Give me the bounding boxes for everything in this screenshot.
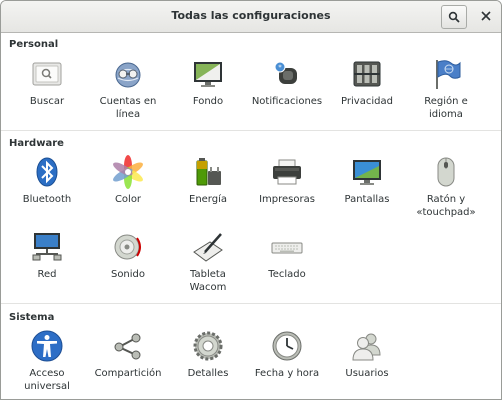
- panel-item-detalles[interactable]: Detalles: [167, 329, 249, 380]
- item-label: Teclado: [268, 269, 306, 280]
- section-title-hardware: Hardware: [9, 138, 64, 149]
- share-icon: [114, 333, 141, 360]
- section-separator: [1, 303, 501, 304]
- panel-item-tableta[interactable]: Tableta Wacom: [167, 230, 249, 294]
- network-icon: [32, 233, 62, 261]
- svg-text:*: *: [278, 64, 282, 72]
- item-label: Acceso universal: [24, 368, 70, 392]
- clock-icon: [272, 331, 302, 361]
- section-separator: [1, 130, 501, 131]
- background-icon: [194, 62, 222, 87]
- item-label: Región e idioma: [424, 96, 468, 120]
- panel-item-impresoras[interactable]: Impresoras: [246, 155, 328, 206]
- item-label: Cuentas en línea: [99, 96, 157, 120]
- panel-item-teclado[interactable]: Teclado: [246, 230, 328, 281]
- item-label: Pantallas: [344, 194, 390, 205]
- printer-icon: [273, 159, 301, 185]
- panel-item-energia[interactable]: Energía: [167, 155, 249, 206]
- color-icon: [113, 155, 143, 189]
- panel-item-raton[interactable]: Ratón y «touchpad»: [405, 155, 487, 219]
- search-button[interactable]: [441, 5, 467, 29]
- display-icon: [353, 160, 381, 185]
- item-label: Red: [37, 269, 57, 280]
- item-label: Notificaciones: [251, 96, 323, 107]
- window-title: Todas las configuraciones: [171, 9, 331, 22]
- bluetooth-icon: [36, 157, 58, 187]
- universal-access-icon: [31, 330, 63, 362]
- panel-item-usuarios[interactable]: Usuarios: [326, 329, 408, 380]
- section-title-sistema: Sistema: [9, 312, 55, 323]
- item-label: Energía: [189, 194, 227, 205]
- panel-item-buscar[interactable]: Buscar: [6, 57, 88, 108]
- close-button[interactable]: [475, 6, 497, 26]
- keyboard-icon: [271, 242, 303, 254]
- online-accounts-icon: [115, 62, 141, 88]
- item-label: Compartición: [94, 368, 162, 379]
- power-battery-icon: [196, 158, 221, 186]
- panel-item-fecha[interactable]: Fecha y hora: [246, 329, 328, 380]
- panel-item-comparticion[interactable]: Compartición: [87, 329, 169, 380]
- tablet-pen-icon: [193, 233, 223, 262]
- item-label: Buscar: [29, 96, 65, 107]
- panel-item-sonido[interactable]: Sonido: [87, 230, 169, 281]
- panel-item-privacidad[interactable]: Privacidad: [326, 57, 408, 108]
- item-label: Ratón y «touchpad»: [416, 194, 476, 218]
- item-label: Usuarios: [345, 368, 389, 379]
- search-icon: [448, 11, 460, 23]
- search-panel-icon: [32, 62, 62, 86]
- panel-item-pantallas[interactable]: Pantallas: [326, 155, 408, 206]
- item-label: Fondo: [192, 96, 224, 107]
- panel-item-cuentas[interactable]: Cuentas en línea: [87, 57, 169, 121]
- item-label: Color: [114, 194, 142, 205]
- settings-window: Todas las configuraciones Personal Busca…: [0, 0, 502, 400]
- region-flag-icon: [436, 60, 461, 89]
- sound-speaker-icon: [114, 234, 141, 260]
- panel-item-red[interactable]: Red: [6, 230, 88, 281]
- item-label: Impresoras: [259, 194, 315, 205]
- panel-item-bluetooth[interactable]: Bluetooth: [6, 155, 88, 206]
- mouse-icon: [437, 157, 455, 187]
- panel-item-acceso[interactable]: Acceso universal: [6, 329, 88, 393]
- close-icon: [481, 11, 491, 21]
- privacy-icon: [353, 61, 381, 87]
- panel-item-notificaciones[interactable]: * Notificaciones: [246, 57, 328, 108]
- panel-item-fondo[interactable]: Fondo: [167, 57, 249, 108]
- users-icon: [352, 333, 381, 361]
- item-label: Sonido: [110, 269, 146, 280]
- item-label: Detalles: [187, 368, 229, 379]
- panel-item-color[interactable]: Color: [87, 155, 169, 206]
- section-title-personal: Personal: [9, 39, 59, 50]
- item-label: Privacidad: [341, 96, 393, 107]
- header-bar: Todas las configuraciones: [1, 1, 501, 33]
- panel-item-region[interactable]: Región e idioma: [405, 57, 487, 121]
- item-label: Tableta Wacom: [189, 269, 227, 293]
- item-label: Bluetooth: [22, 194, 72, 205]
- gear-icon: [193, 331, 223, 361]
- item-label: Fecha y hora: [254, 368, 320, 379]
- notifications-icon: *: [274, 61, 297, 84]
